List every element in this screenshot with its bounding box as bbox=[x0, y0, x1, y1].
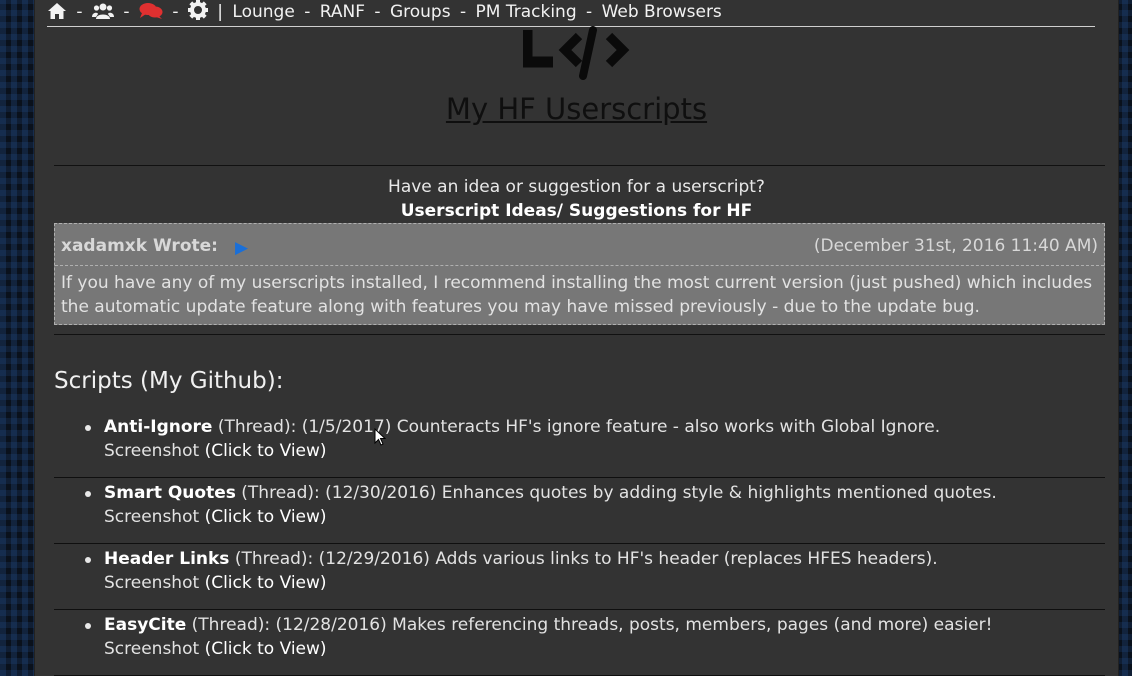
script-line: Header Links (Thread): (12/29/2016) Adds… bbox=[104, 549, 938, 569]
goto-post-icon[interactable]: ▶ bbox=[235, 238, 248, 258]
quote-date: (December 31st, 2016 11:40 AM) bbox=[813, 236, 1098, 256]
quote-body: If you have any of my userscripts instal… bbox=[61, 273, 1093, 317]
code-logo-icon bbox=[521, 0, 643, 80]
thread-link[interactable]: (Thread): bbox=[235, 549, 313, 569]
screenshot-line: Screenshot (Click to View) bbox=[104, 573, 327, 593]
nav-separator: - bbox=[172, 2, 179, 22]
home-icon[interactable] bbox=[47, 2, 67, 28]
script-line: EasyCite (Thread): (12/28/2016) Makes re… bbox=[104, 615, 992, 635]
nav-separator: - bbox=[459, 2, 467, 22]
list-item: EasyCite (Thread): (12/28/2016) Makes re… bbox=[54, 610, 1105, 676]
nav-separator: - bbox=[374, 2, 381, 22]
bullet bbox=[85, 623, 91, 629]
nav-separator: - bbox=[123, 2, 130, 22]
click-to-view-button[interactable]: (Click to View) bbox=[205, 573, 327, 593]
thread-link[interactable]: (Thread): bbox=[218, 417, 296, 437]
page-container: - - - | Lounge - RANF - Groups - PM Trac… bbox=[34, 0, 1119, 676]
divider bbox=[54, 165, 1105, 166]
nav-separator: - bbox=[304, 2, 311, 22]
script-name-link[interactable]: Anti-Ignore bbox=[104, 417, 212, 437]
page-title[interactable]: My HF Userscripts bbox=[35, 92, 1118, 126]
script-description: (12/30/2016) Enhances quotes by adding s… bbox=[325, 483, 997, 503]
bullet bbox=[85, 557, 91, 563]
script-name-link[interactable]: Smart Quotes bbox=[104, 483, 236, 503]
bullet bbox=[85, 491, 91, 497]
quote-author[interactable]: xadamxk Wrote: bbox=[61, 236, 218, 256]
bullet bbox=[85, 425, 91, 431]
quote-header: xadamxk Wrote: ▶ (December 31st, 2016 11… bbox=[55, 224, 1104, 266]
script-name-link[interactable]: Header Links bbox=[104, 549, 229, 569]
mouse-cursor-icon bbox=[374, 427, 387, 446]
quote-block: xadamxk Wrote: ▶ (December 31st, 2016 11… bbox=[54, 223, 1105, 325]
click-to-view-button[interactable]: (Click to View) bbox=[205, 507, 327, 527]
chat-icon[interactable] bbox=[139, 2, 163, 28]
list-item: Header Links (Thread): (12/29/2016) Adds… bbox=[54, 544, 1105, 610]
nav-link-groups[interactable]: Groups bbox=[390, 2, 451, 22]
thread-link[interactable]: (Thread): bbox=[241, 483, 319, 503]
gear-icon[interactable] bbox=[187, 0, 208, 28]
idea-suggestions-link[interactable]: Userscript Ideas/ Suggestions for HF bbox=[35, 201, 1118, 221]
divider bbox=[54, 334, 1105, 335]
screenshot-line: Screenshot (Click to View) bbox=[104, 441, 327, 461]
screenshot-label: Screenshot bbox=[104, 507, 200, 527]
thread-link[interactable]: (Thread): bbox=[192, 615, 270, 635]
click-to-view-button[interactable]: (Click to View) bbox=[205, 639, 327, 659]
script-description: (1/5/2017) Counteracts HF's ignore featu… bbox=[301, 417, 941, 437]
list-item: Anti-Ignore (Thread): (1/5/2017) Counter… bbox=[54, 412, 1105, 478]
list-item: Smart Quotes (Thread): (12/30/2016) Enha… bbox=[54, 478, 1105, 544]
nav-link-lounge[interactable]: Lounge bbox=[232, 2, 294, 22]
nav-link-ranf[interactable]: RANF bbox=[320, 2, 365, 22]
screenshot-line: Screenshot (Click to View) bbox=[104, 507, 327, 527]
script-line: Smart Quotes (Thread): (12/30/2016) Enha… bbox=[104, 483, 997, 503]
users-icon[interactable] bbox=[91, 2, 114, 28]
scripts-heading: Scripts (My Github): bbox=[54, 368, 284, 394]
screenshot-label: Screenshot bbox=[104, 573, 200, 593]
idea-question: Have an idea or suggestion for a userscr… bbox=[388, 177, 765, 197]
screenshot-label: Screenshot bbox=[104, 441, 200, 461]
script-description: (12/29/2016) Adds various links to HF's … bbox=[318, 549, 938, 569]
script-name-link[interactable]: EasyCite bbox=[104, 615, 186, 635]
script-list: Anti-Ignore (Thread): (1/5/2017) Counter… bbox=[54, 412, 1105, 676]
nav-pipe: | bbox=[217, 2, 223, 22]
click-to-view-button[interactable]: (Click to View) bbox=[205, 441, 327, 461]
script-line: Anti-Ignore (Thread): (1/5/2017) Counter… bbox=[104, 417, 940, 437]
screenshot-line: Screenshot (Click to View) bbox=[104, 639, 327, 659]
nav-separator: - bbox=[76, 2, 83, 22]
screenshot-label: Screenshot bbox=[104, 639, 200, 659]
script-description: (12/28/2016) Makes referencing threads, … bbox=[275, 615, 993, 635]
